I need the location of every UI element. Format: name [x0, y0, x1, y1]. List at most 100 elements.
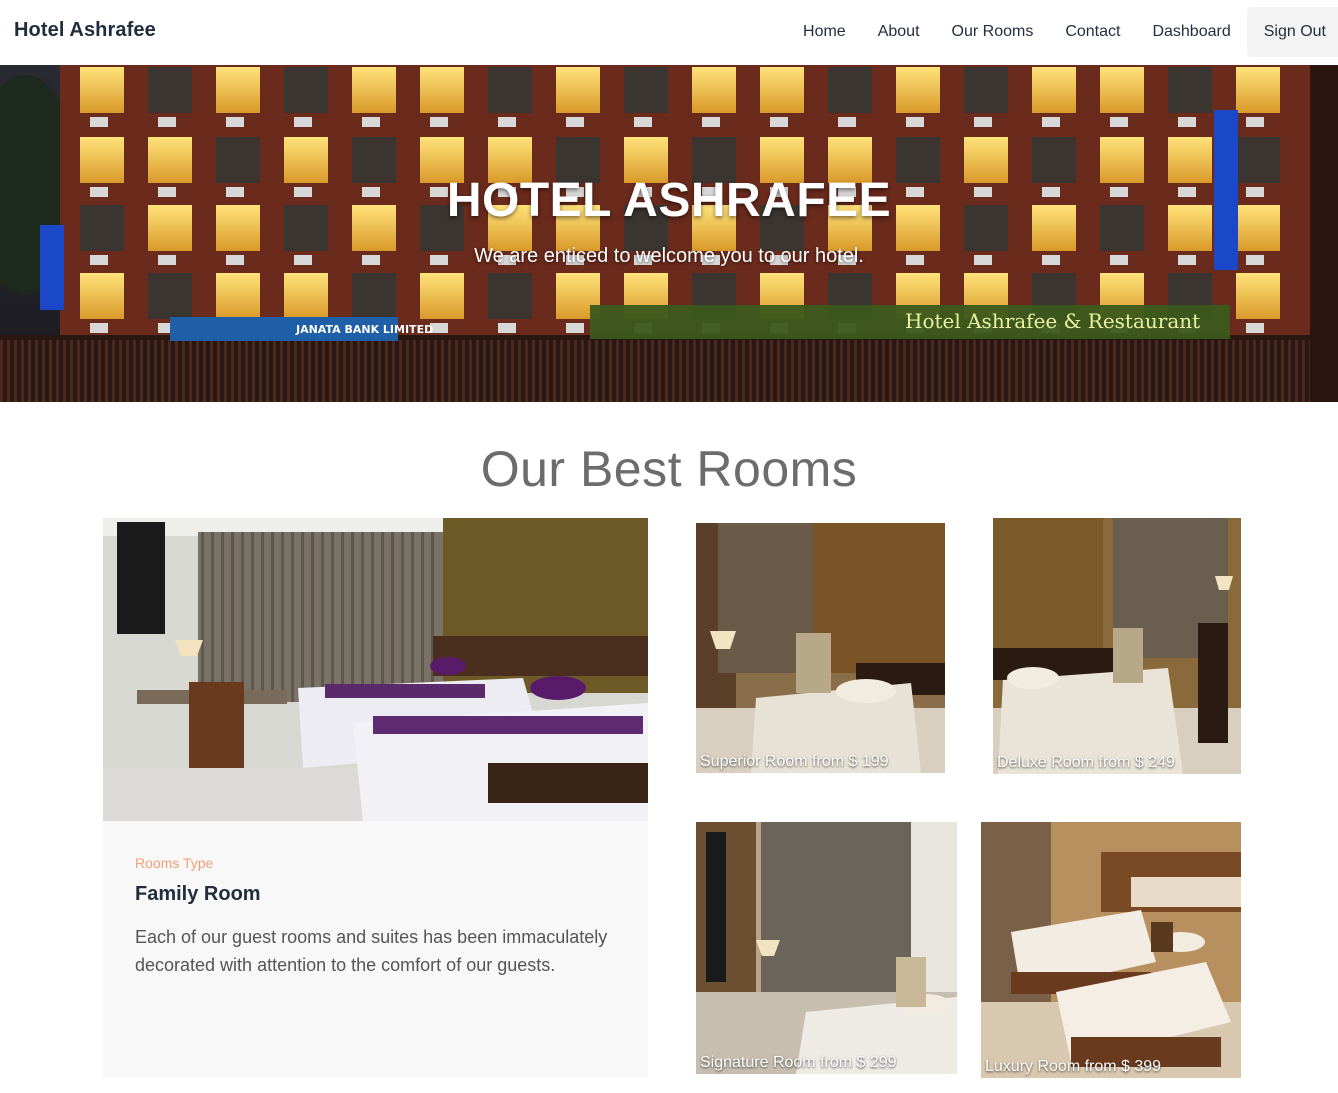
fence-bar: [588, 340, 591, 402]
fence-bar: [672, 340, 675, 402]
facade-window: [1032, 67, 1076, 113]
fence-bar: [385, 340, 388, 402]
ac-unit: [1042, 117, 1060, 127]
hotel-sign-text: Hotel Ashrafee & Restaurant: [905, 309, 1200, 333]
fence-bar: [798, 340, 801, 402]
fence-bar: [105, 340, 108, 402]
fence-bar: [413, 340, 416, 402]
ac-unit: [90, 323, 108, 333]
fence-bar: [994, 340, 997, 402]
fence-bar: [693, 340, 696, 402]
fence-bar: [336, 340, 339, 402]
fence-bar: [679, 340, 682, 402]
fence-bar: [448, 340, 451, 402]
hero-title: HOTEL ASHRAFEE: [446, 174, 892, 227]
superior-room-tile[interactable]: Superior Room from $ 199: [696, 523, 945, 773]
luxury-room-tile[interactable]: Luxury Room from $ 399: [981, 822, 1241, 1078]
brand-logo[interactable]: Hotel Ashrafee: [14, 19, 156, 42]
fence-bar: [644, 340, 647, 402]
fence-bar: [133, 340, 136, 402]
ac-unit: [1246, 323, 1264, 333]
luxury-room-caption: Luxury Room from $ 399: [985, 1058, 1162, 1075]
facade-window: [420, 67, 464, 113]
fence-bar: [245, 340, 248, 402]
fence-bar: [168, 340, 171, 402]
fence-bar: [721, 340, 724, 402]
ac-unit: [702, 117, 720, 127]
curtain-fold: [321, 532, 324, 702]
fence-bar: [665, 340, 668, 402]
curtain-fold: [431, 532, 434, 702]
nav-about[interactable]: About: [862, 7, 936, 57]
fence-bar: [1232, 340, 1235, 402]
fence-bar: [1295, 340, 1298, 402]
fence-bar: [742, 340, 745, 402]
fence-bar: [749, 340, 752, 402]
fence-bar: [420, 340, 423, 402]
fence-bar: [315, 340, 318, 402]
fence-bar: [917, 340, 920, 402]
fence-bar: [1064, 340, 1067, 402]
ac-unit: [1178, 117, 1196, 127]
fence-bar: [581, 340, 584, 402]
fence-bar: [21, 340, 24, 402]
fence-bar: [987, 340, 990, 402]
featured-room-description: Each of our guest rooms and suites has b…: [135, 927, 608, 975]
fence-bar: [1127, 340, 1130, 402]
nav-contact[interactable]: Contact: [1049, 7, 1136, 57]
fence-bar: [1197, 340, 1200, 402]
fence-bar: [791, 340, 794, 402]
fence-bar: [308, 340, 311, 402]
curtain-fold: [391, 532, 394, 702]
fence-bar: [882, 340, 885, 402]
fence-bar: [350, 340, 353, 402]
facade-window: [828, 67, 872, 113]
fence-bar: [553, 340, 556, 402]
family-room-photo[interactable]: [103, 518, 648, 821]
facade-window: [352, 67, 396, 113]
facade-window: [1100, 67, 1144, 113]
fence-bar: [1169, 340, 1172, 402]
fence-bar: [819, 340, 822, 402]
superior-room-caption: Superior Room from $ 199: [700, 753, 889, 770]
fence-bar: [378, 340, 381, 402]
fence-bar: [1225, 340, 1228, 402]
fence-bar: [406, 340, 409, 402]
section-title: Our Best Rooms: [480, 441, 858, 497]
luxury-room-image: [981, 822, 1241, 1078]
fence-bar: [658, 340, 661, 402]
fence-bar: [945, 340, 948, 402]
ac-unit: [634, 117, 652, 127]
rooms-type-label: Rooms Type: [135, 855, 214, 871]
curtain-fold: [291, 532, 294, 702]
sign-out-button[interactable]: Sign Out: [1246, 7, 1338, 57]
nav-home[interactable]: Home: [787, 7, 862, 57]
signature-room-image: [696, 822, 957, 1074]
fence-bar: [1099, 340, 1102, 402]
facade-window: [488, 67, 532, 113]
fence-bar: [112, 340, 115, 402]
fence-bar: [1036, 340, 1039, 402]
ac-unit: [566, 117, 584, 127]
facade-window: [896, 67, 940, 113]
deluxe-room-caption: Deluxe Room from $ 249: [997, 754, 1175, 771]
signature-room-tile[interactable]: Signature Room from $ 299: [696, 822, 957, 1074]
nav-dashboard[interactable]: Dashboard: [1136, 7, 1246, 57]
nav-our-rooms[interactable]: Our Rooms: [936, 7, 1050, 57]
curtain-fold: [381, 532, 384, 702]
fence-bar: [1281, 340, 1284, 402]
fence-bar: [1267, 340, 1270, 402]
fence-bar: [35, 340, 38, 402]
fence-bar: [42, 340, 45, 402]
featured-room-name[interactable]: Family Room: [135, 883, 261, 906]
fence-bar: [609, 340, 612, 402]
facade-window: [488, 273, 532, 319]
fence-bar: [140, 340, 143, 402]
fence-bar: [147, 340, 150, 402]
fence-bar: [504, 340, 507, 402]
fence-bar: [91, 340, 94, 402]
deluxe-room-tile[interactable]: Deluxe Room from $ 249: [993, 518, 1241, 774]
fence-bar: [1071, 340, 1074, 402]
curtain-fold: [231, 532, 234, 702]
fence-bar: [238, 340, 241, 402]
